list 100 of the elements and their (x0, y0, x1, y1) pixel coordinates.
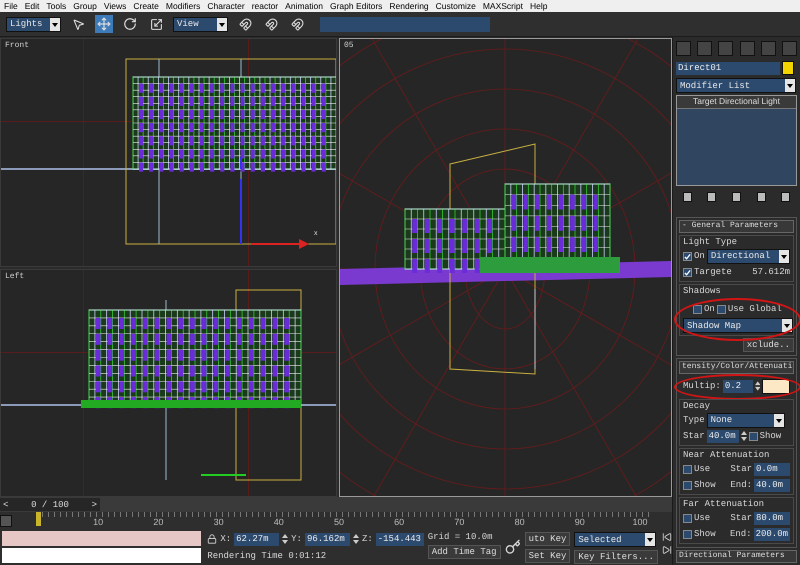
modifier-list-dropdown[interactable]: Modifier List (676, 78, 796, 94)
checkbox[interactable] (693, 304, 702, 314)
coordinate-label: X: (220, 534, 232, 544)
caret-icon (217, 18, 227, 30)
menu-item[interactable]: Modifiers (166, 1, 200, 11)
checkbox[interactable] (683, 530, 692, 539)
modifier-stack-list[interactable]: Target Directional Light (676, 95, 797, 186)
frame-tick-label: 60 (394, 517, 404, 527)
field-label: End: (730, 529, 752, 540)
menu-item[interactable]: Character (207, 1, 245, 11)
caret-icon (645, 533, 656, 546)
group-title: Far Attenuation (683, 499, 766, 510)
multiplier-field[interactable]: 0.2 (722, 380, 753, 393)
reference-coordinate-dropdown[interactable]: View (173, 16, 228, 32)
time-thumb[interactable] (36, 512, 41, 526)
rollout-header[interactable]: tensity/Color/Attenuati (679, 361, 794, 374)
object-name-field[interactable]: Direct01 (676, 62, 780, 75)
caret-icon (785, 79, 795, 92)
frame-tick-label: 90 (574, 517, 585, 527)
frame-tick-label: 80 (514, 517, 525, 527)
coordinate-field[interactable]: 96.162m (304, 532, 350, 546)
checkbox-label: Use Global (728, 304, 782, 314)
coordinate-field[interactable]: 62.27m (234, 532, 280, 546)
menu-item[interactable]: Edit (24, 1, 40, 11)
selection-filter-dropdown[interactable]: Lights (6, 16, 61, 32)
coordinate-field[interactable]: -154.443 (376, 532, 424, 546)
coordinate-label: Y: (291, 534, 302, 544)
field-label: Type (683, 415, 705, 426)
menu-item[interactable]: Rendering (389, 1, 429, 11)
time-slider-thumb[interactable]: < 0 / 100 > (0, 498, 100, 511)
caret-icon (774, 414, 784, 427)
checkbox[interactable] (683, 252, 692, 261)
viewport-label[interactable]: Left (5, 272, 24, 280)
go-to-end-icon[interactable] (662, 545, 672, 555)
menu-item[interactable]: Tools (46, 1, 66, 11)
rotate-icon[interactable] (121, 15, 139, 33)
menu-item[interactable]: Group (73, 1, 97, 11)
checkbox[interactable] (683, 480, 692, 490)
named-selection-field[interactable] (320, 16, 490, 32)
viewport-panel[interactable]: Left (0, 268, 337, 497)
group-title: Shadows (683, 286, 722, 296)
caret-icon (782, 319, 792, 332)
frame-tick-label: 30 (214, 517, 224, 527)
attenuation-end-field[interactable]: 200.0m (754, 528, 790, 541)
menu-item[interactable]: MAXScript (482, 1, 523, 11)
key-filters-button[interactable]: Key Filters... (574, 550, 658, 564)
key-mode-dropdown[interactable]: Selected (574, 532, 656, 547)
add-time-tag-button[interactable]: Add Time Tag (428, 545, 501, 559)
checkbox[interactable] (683, 268, 692, 277)
target-distance-text: 57.612m (752, 267, 790, 278)
decay-type-dropdown[interactable]: None (706, 412, 785, 428)
spinner-icon[interactable] (352, 533, 359, 545)
rollout-header[interactable]: Directional Parameters (676, 550, 797, 563)
go-to-start-icon[interactable] (662, 532, 672, 542)
menu-item[interactable]: Customize (436, 1, 476, 11)
move-icon[interactable] (95, 15, 113, 33)
status-text: Rendering Time 0:01:12 (207, 551, 326, 561)
auto-key-button[interactable]: uto Key (524, 532, 570, 546)
viewport-label[interactable]: Front (5, 41, 30, 50)
menu-item[interactable]: reactor (252, 1, 278, 11)
checkbox-label: Show (760, 431, 782, 442)
menu-item[interactable]: Graph Editors (330, 1, 382, 11)
timeline-track[interactable]: 10 20 30 40 50 60 70 80 90 100 (36, 512, 652, 529)
menu-item[interactable]: Create (133, 1, 159, 11)
set-key-button[interactable]: Set Key (524, 549, 570, 563)
frame-tick-label: 70 (454, 517, 464, 527)
time-slider-track[interactable]: < 0 / 100 > (0, 497, 672, 512)
menu-item[interactable]: File (4, 1, 18, 11)
checkbox-label: Show (694, 529, 716, 540)
exclude-button[interactable]: xclude.. (742, 338, 794, 352)
modifier-stack-item[interactable]: Target Directional Light (677, 96, 796, 110)
viewport-panel[interactable]: 05 (339, 38, 672, 497)
menu-item[interactable]: Views (104, 1, 126, 11)
checkbox-label: Show (694, 480, 716, 490)
checkbox[interactable] (748, 432, 758, 441)
attenuation-end-field[interactable]: 40.0m (754, 478, 790, 492)
field-label: Star (730, 513, 752, 524)
light-color-swatch[interactable] (762, 378, 790, 394)
menu-item[interactable]: Help (530, 1, 548, 11)
menu-item[interactable]: Animation (285, 1, 323, 11)
key-icon[interactable] (504, 539, 521, 555)
checkbox-label: Targete (694, 267, 732, 278)
checkbox[interactable] (716, 304, 726, 314)
object-color-swatch[interactable] (782, 61, 794, 76)
checkbox[interactable] (683, 514, 692, 523)
spinner-icon[interactable] (282, 533, 288, 545)
attenuation-start-field[interactable]: 0.0m (754, 462, 790, 476)
checkbox[interactable] (683, 464, 692, 474)
viewport-label[interactable]: 05 (344, 41, 354, 50)
shadow-type-dropdown[interactable]: Shadow Map (683, 318, 793, 334)
field-label: End: (730, 480, 752, 490)
group-title: Light Type (683, 237, 738, 248)
multiplier-label: Multip: (683, 381, 721, 392)
lock-icon[interactable] (207, 534, 218, 544)
attenuation-start-field[interactable]: 80.0m (754, 512, 790, 525)
frame-tick-label: 10 (93, 517, 104, 527)
decay-start-field[interactable]: 40.0m (706, 430, 739, 443)
checkbox-label: On (704, 304, 715, 314)
rollout-header[interactable]: - General Parameters (679, 220, 794, 234)
light-type-dropdown[interactable]: Directional (706, 248, 790, 264)
